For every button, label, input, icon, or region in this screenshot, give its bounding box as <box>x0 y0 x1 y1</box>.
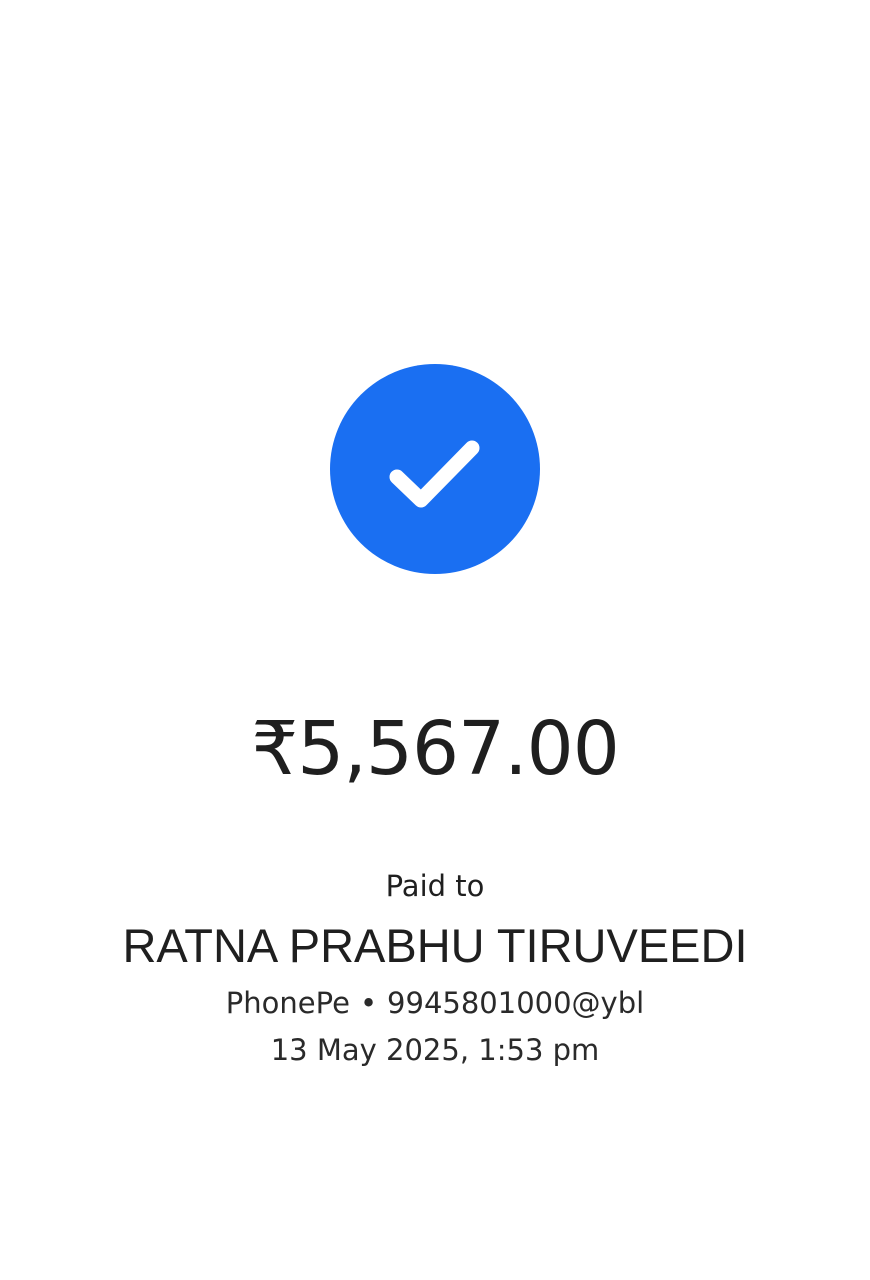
paid-to-label: Paid to <box>385 869 485 903</box>
payee-upi-line: PhonePe • 9945801000@ybl <box>0 984 870 1022</box>
checkmark-icon <box>389 440 480 508</box>
payment-timestamp: 13 May 2025, 1:53 pm <box>270 1033 600 1067</box>
payment-success-screen: ₹5,567.00 Paid to RATNA PRABHU TIRUVEEDI… <box>0 0 870 1280</box>
separator-dot: • <box>359 986 378 1020</box>
upi-id: 9945801000@ybl <box>387 986 645 1020</box>
payment-amount: ₹5,567.00 <box>251 706 620 792</box>
success-check-icon <box>330 364 540 574</box>
payment-app-name: PhonePe <box>225 986 350 1020</box>
payee-name: RATNA PRABHU TIRUVEEDI <box>122 919 748 972</box>
